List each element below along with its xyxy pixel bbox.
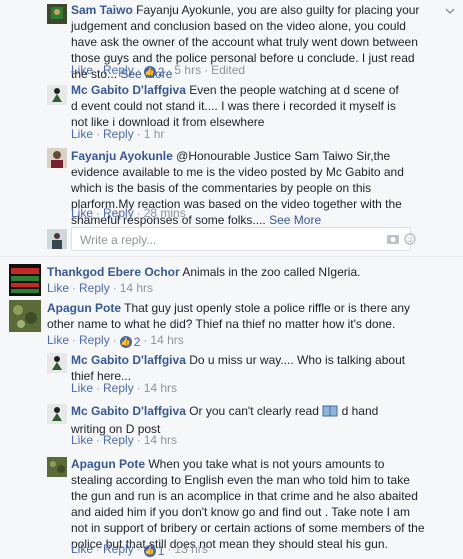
comment-actions: Like · Reply · 14 hrs [47, 281, 154, 295]
commenter-name[interactable]: Apagun Pote [47, 301, 121, 315]
timestamp[interactable]: 5 hrs [174, 63, 201, 77]
reply-comment: Apagun Pote When you take what is not yo… [0, 454, 463, 559]
book-emoji-icon [322, 405, 338, 421]
avatar[interactable] [47, 4, 67, 24]
comment-actions: Like · Reply · 14 hrs [71, 433, 178, 447]
see-more-link[interactable]: See More [269, 213, 321, 227]
comment-body: Apagun Pote That guy just openly stole a… [47, 300, 427, 332]
comment-body: Thankgod Ebere Ochor Animals in the zoo … [47, 264, 437, 280]
like-reaction-icon: 👍 [143, 545, 156, 557]
commenter-name[interactable]: Thankgod Ebere Ochor [47, 265, 180, 279]
reply-link[interactable]: Reply [79, 281, 110, 295]
sticker-icon[interactable] [404, 233, 418, 245]
comment-actions: Like · Reply · 1 hr [71, 127, 165, 141]
camera-icon[interactable] [386, 233, 400, 245]
reply-input-box [71, 227, 416, 251]
avatar[interactable] [9, 300, 41, 332]
commenter-name[interactable]: Fayanju Ayokunle [71, 149, 173, 163]
avatar[interactable] [47, 404, 67, 424]
reply-comment: Mc Gabito D'laffgiva Even the people wat… [0, 82, 463, 142]
avatar[interactable] [47, 148, 67, 168]
comment-actions: Like · Reply · 👍 2 · 14 hrs [47, 333, 184, 350]
like-link[interactable]: Like [71, 381, 93, 395]
timestamp[interactable]: 1 hr [144, 127, 165, 141]
reply-link[interactable]: Reply [103, 206, 134, 220]
reply-link[interactable]: Reply [103, 63, 134, 77]
reaction-count[interactable]: 👍 1 [143, 543, 164, 559]
commenter-name[interactable]: Sam Taiwo [71, 3, 133, 17]
like-link[interactable]: Like [71, 206, 93, 220]
like-reaction-icon: 👍 [143, 66, 156, 78]
like-link[interactable]: Like [71, 127, 93, 141]
avatar[interactable] [9, 264, 41, 296]
comment-text-before: Or you can't clearly read [189, 404, 319, 418]
divider [0, 256, 463, 257]
like-link[interactable]: Like [71, 63, 93, 77]
like-link[interactable]: Like [71, 433, 93, 447]
like-link[interactable]: Like [47, 281, 69, 295]
timestamp[interactable]: 14 hrs [144, 433, 177, 447]
timestamp[interactable]: 14 hrs [150, 333, 183, 347]
reaction-count[interactable]: 👍 2 [143, 64, 164, 80]
chevron-down-icon[interactable] [445, 6, 455, 16]
reply-link[interactable]: Reply [103, 433, 134, 447]
reply-comment: Mc Gabito D'laffgiva Do u miss ur way...… [0, 350, 463, 398]
comment-text: When you take what is not yours amounts … [71, 457, 425, 551]
reply-comment: Sam Taiwo Fayanju Ayokunle, you are also… [0, 0, 463, 81]
comment-actions: Like · Reply · 👍 1 · 13 hrs [71, 542, 208, 559]
commenter-name[interactable]: Apagun Pote [71, 457, 145, 471]
comment-text: Animals in the zoo called NIgeria. [182, 265, 361, 279]
reply-link[interactable]: Reply [79, 333, 110, 347]
comment-body: Mc Gabito D'laffgiva Even the people wat… [71, 82, 401, 130]
commenter-name[interactable]: Mc Gabito D'laffgiva [71, 83, 186, 97]
timestamp[interactable]: 14 hrs [120, 281, 153, 295]
avatar[interactable] [47, 85, 67, 105]
timestamp[interactable]: 13 hrs [174, 542, 207, 556]
reply-comment: Fayanju Ayokunle @Honourable Justice Sam… [0, 146, 463, 227]
top-level-comment: Apagun Pote That guy just openly stole a… [0, 298, 463, 350]
like-reaction-icon: 👍 [119, 336, 132, 348]
timestamp[interactable]: 28 mins [144, 206, 186, 220]
avatar[interactable] [47, 353, 67, 373]
commenter-name[interactable]: Mc Gabito D'laffgiva [71, 404, 186, 418]
comment-body: Apagun Pote When you take what is not yo… [71, 456, 426, 552]
comment-actions: Like · Reply · 28 mins [71, 206, 186, 220]
reply-link[interactable]: Reply [103, 542, 134, 556]
edited-label: Edited [211, 63, 246, 77]
reply-input[interactable] [78, 229, 352, 251]
top-level-comment: Thankgod Ebere Ochor Animals in the zoo … [0, 262, 463, 296]
reaction-count[interactable]: 👍 2 [119, 334, 140, 350]
comment-actions: Like · Reply · 14 hrs [71, 381, 178, 395]
reply-comment: Mc Gabito D'laffgiva Or you can't clearl… [0, 401, 463, 451]
timestamp[interactable]: 14 hrs [144, 381, 177, 395]
current-user-avatar [47, 229, 67, 249]
commenter-name[interactable]: Mc Gabito D'laffgiva [71, 353, 186, 367]
avatar[interactable] [47, 457, 67, 477]
reply-link[interactable]: Reply [103, 127, 134, 141]
like-link[interactable]: Like [71, 542, 93, 556]
like-link[interactable]: Like [47, 333, 69, 347]
comment-actions: Like · Reply · 👍 2 · 5 hrs · Edited [71, 63, 246, 80]
reply-link[interactable]: Reply [103, 381, 134, 395]
